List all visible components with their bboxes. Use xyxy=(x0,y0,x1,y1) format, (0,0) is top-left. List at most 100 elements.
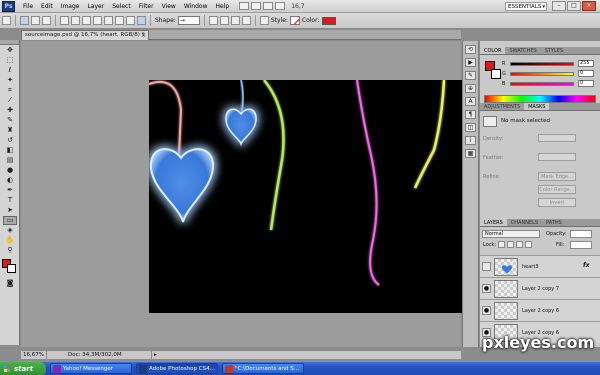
menu-view[interactable]: View xyxy=(158,0,180,13)
shape-color-swatch[interactable] xyxy=(321,16,336,25)
history-brush-icon[interactable]: ↺ xyxy=(3,136,17,145)
quick-mask-icon[interactable]: ◙ xyxy=(3,279,17,288)
histogram-icon[interactable]: ▦ xyxy=(465,149,476,158)
bridge-icon[interactable] xyxy=(239,2,250,10)
freeform-pen-icon[interactable] xyxy=(71,16,80,25)
pen-tool-icon[interactable] xyxy=(60,16,69,25)
polygon-icon[interactable] xyxy=(115,16,124,25)
fill-pixels-mode-button[interactable] xyxy=(42,16,51,25)
tab-swatches[interactable]: SWATCHES xyxy=(505,47,540,54)
gradient-tool-icon[interactable]: ▤ xyxy=(3,156,17,165)
close-document-icon[interactable]: × xyxy=(141,31,146,40)
document-canvas[interactable] xyxy=(149,80,462,313)
lock-position-icon[interactable] xyxy=(516,241,523,248)
tab-styles[interactable]: STYLES xyxy=(541,47,567,54)
info-icon[interactable]: i xyxy=(465,136,476,145)
mini-bridge-icon[interactable] xyxy=(251,2,262,10)
layer-effects-icon[interactable]: fx xyxy=(583,262,589,269)
eyedropper-icon[interactable]: ⁄ xyxy=(3,96,17,105)
pen-tool-icon[interactable]: ✒ xyxy=(3,186,17,195)
menu-select[interactable]: Select xyxy=(108,0,135,13)
fill-field[interactable] xyxy=(570,241,592,249)
blur-tool-icon[interactable]: ● xyxy=(3,166,17,175)
custom-shape-tool-icon[interactable]: ▭ xyxy=(3,216,17,225)
menu-edit[interactable]: Edit xyxy=(37,0,57,13)
blend-mode-select[interactable]: Normal xyxy=(482,230,540,238)
combine-icon[interactable] xyxy=(208,16,218,25)
color-background-swatch[interactable] xyxy=(491,69,501,79)
layer-row[interactable]: ● Layer 2 copy 6 xyxy=(480,299,600,321)
move-tool-icon[interactable]: ✥ xyxy=(3,46,17,55)
crop-tool-icon[interactable]: ⌗ xyxy=(3,86,17,95)
tab-paths[interactable]: PATHS xyxy=(542,219,566,226)
tab-color[interactable]: COLOR xyxy=(480,47,506,54)
maximize-button[interactable]: □ xyxy=(567,1,581,11)
brush-tool-icon[interactable]: ✎ xyxy=(3,116,17,125)
zoom-tool-icon[interactable]: ⚲ xyxy=(3,246,17,255)
menu-window[interactable]: Window xyxy=(180,0,212,13)
close-button[interactable]: × xyxy=(582,1,596,11)
channel-g-slider[interactable] xyxy=(510,72,574,76)
zoom-field[interactable]: 16,67% xyxy=(21,350,47,360)
intersect-icon[interactable] xyxy=(230,16,240,25)
clone-stamp-icon[interactable]: ♜ xyxy=(3,126,17,135)
zoom-view-icon[interactable] xyxy=(275,2,286,10)
history-icon[interactable]: ⟲ xyxy=(465,45,476,54)
channel-g-value[interactable]: 0 xyxy=(578,70,594,77)
link-icon[interactable] xyxy=(259,16,269,25)
shape-picker[interactable]: → xyxy=(177,16,200,25)
visibility-toggle[interactable]: ● xyxy=(482,284,491,293)
tab-masks[interactable]: MASKS xyxy=(524,103,550,110)
marquee-tool-icon[interactable]: ⬚ xyxy=(3,56,17,65)
taskbar-item-yahoo-messenger[interactable]: Yahoo! Messenger xyxy=(50,363,132,374)
hand-view-icon[interactable] xyxy=(263,2,274,10)
path-selection-icon[interactable]: ➤ xyxy=(3,206,17,215)
subtract-icon[interactable] xyxy=(219,16,229,25)
brushes-icon[interactable]: ✎ xyxy=(465,71,476,80)
opacity-field[interactable] xyxy=(570,230,592,238)
actions-icon[interactable]: ▶ xyxy=(465,58,476,67)
exclude-icon[interactable] xyxy=(241,16,251,25)
channel-r-slider[interactable] xyxy=(510,62,574,66)
lock-pixels-icon[interactable] xyxy=(507,241,514,248)
hand-tool-icon[interactable]: ✋ xyxy=(3,236,17,245)
workspace-switcher[interactable]: ESSENTIALS ▾ xyxy=(505,2,547,11)
visibility-toggle[interactable]: ● xyxy=(482,306,491,315)
document-tab[interactable]: sourceimage.psd @ 16,7% (heart, RGB/8) *… xyxy=(21,30,149,40)
dodge-tool-icon[interactable]: ◐ xyxy=(3,176,17,185)
menu-image[interactable]: Image xyxy=(57,0,84,13)
color-spectrum-ramp[interactable] xyxy=(484,95,596,103)
visibility-toggle[interactable] xyxy=(482,262,491,271)
clone-source-icon[interactable]: ⊕ xyxy=(465,84,476,93)
minimize-button[interactable]: – xyxy=(552,1,566,11)
healing-brush-icon[interactable]: ✚ xyxy=(3,106,17,115)
tab-channels[interactable]: CHANNELS xyxy=(507,219,542,226)
panel-grip[interactable] xyxy=(0,40,19,45)
rounded-rectangle-icon[interactable] xyxy=(93,16,102,25)
type-tool-icon[interactable]: T xyxy=(3,196,17,205)
channel-b-slider[interactable] xyxy=(510,82,574,86)
navigator-icon[interactable]: ◫ xyxy=(465,123,476,132)
lock-all-icon[interactable] xyxy=(525,241,532,248)
tool-preset-picker[interactable] xyxy=(2,16,11,25)
custom-shape-icon[interactable] xyxy=(137,16,146,25)
menu-help[interactable]: Help xyxy=(212,0,234,13)
layer-row[interactable]: ● Layer 2 copy 7 xyxy=(480,277,600,299)
shape-layers-mode-button[interactable] xyxy=(20,16,29,25)
start-button[interactable]: start xyxy=(0,361,46,375)
eraser-icon[interactable]: ◧ xyxy=(3,146,17,155)
status-menu-arrow-icon[interactable]: ▸ xyxy=(152,351,157,360)
3d-rotate-icon[interactable]: ◈ xyxy=(3,226,17,235)
tab-layers[interactable]: LAYERS xyxy=(480,219,507,226)
channel-r-value[interactable]: 255 xyxy=(578,60,594,67)
lock-transparency-icon[interactable] xyxy=(498,241,505,248)
channel-b-value[interactable]: 0 xyxy=(578,80,594,87)
character-icon[interactable]: A xyxy=(465,97,476,106)
line-icon[interactable] xyxy=(126,16,135,25)
taskbar-item-command-prompt[interactable]: "C:\Documents and S... xyxy=(222,363,304,374)
layer-row[interactable]: heart3 fx xyxy=(480,255,600,277)
magic-wand-icon[interactable]: ✦ xyxy=(3,76,17,85)
lasso-tool-icon[interactable]: ℓ xyxy=(3,66,17,75)
rectangle-icon[interactable] xyxy=(82,16,91,25)
background-color-swatch[interactable] xyxy=(7,264,16,273)
